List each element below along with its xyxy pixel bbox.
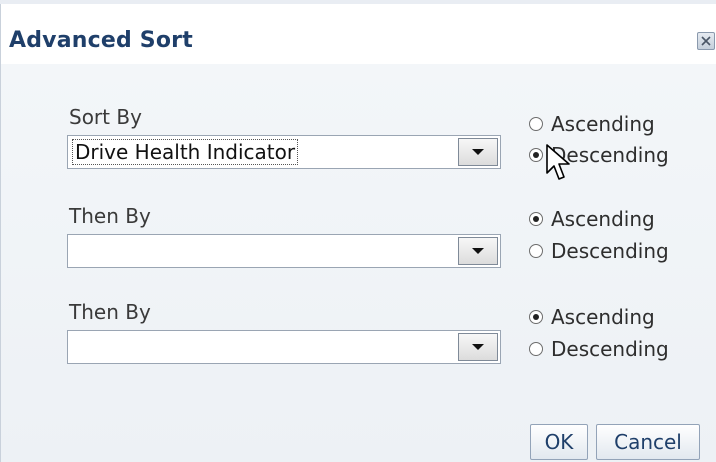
chevron-down-icon: [472, 344, 484, 350]
then-by-1-ascending-option[interactable]: Ascending: [529, 206, 655, 232]
then-by-2-select[interactable]: [67, 330, 501, 364]
close-icon: [701, 36, 711, 46]
then-by-1-descending-label: Descending: [551, 239, 669, 263]
then-by-2-ascending-radio[interactable]: [529, 310, 543, 324]
then-by-1-ascending-radio[interactable]: [529, 212, 543, 226]
sort-by-select-value: Drive Health Indicator: [72, 139, 299, 165]
dialog-title: Advanced Sort: [9, 28, 193, 53]
then-by-1-label: Then By: [69, 204, 151, 228]
then-by-1-select[interactable]: [67, 234, 501, 268]
then-by-2-ascending-label: Ascending: [551, 305, 655, 329]
chevron-down-icon: [472, 248, 484, 254]
advanced-sort-dialog: Advanced Sort Sort By Drive Health Indic…: [0, 4, 716, 462]
sort-by-label: Sort By: [69, 105, 142, 129]
then-by-2-ascending-option[interactable]: Ascending: [529, 304, 655, 330]
sort-by-ascending-label: Ascending: [551, 112, 655, 136]
sort-by-dropdown-button[interactable]: [458, 138, 498, 166]
sort-by-ascending-radio[interactable]: [529, 117, 543, 131]
cancel-button[interactable]: Cancel: [596, 424, 700, 460]
mouse-pointer-icon: [546, 144, 570, 180]
then-by-2-descending-label: Descending: [551, 337, 669, 361]
close-button[interactable]: [697, 32, 715, 50]
ok-button[interactable]: OK: [530, 424, 588, 460]
then-by-1-descending-radio[interactable]: [529, 244, 543, 258]
then-by-1-dropdown-button[interactable]: [458, 237, 498, 265]
then-by-2-descending-option[interactable]: Descending: [529, 336, 669, 362]
chevron-down-icon: [472, 149, 484, 155]
then-by-1-descending-option[interactable]: Descending: [529, 238, 669, 264]
then-by-2-dropdown-button[interactable]: [458, 333, 498, 361]
sort-by-select[interactable]: Drive Health Indicator: [67, 135, 501, 169]
then-by-2-descending-radio[interactable]: [529, 342, 543, 356]
then-by-2-label: Then By: [69, 300, 151, 324]
sort-by-ascending-option[interactable]: Ascending: [529, 111, 655, 137]
then-by-1-ascending-label: Ascending: [551, 207, 655, 231]
sort-by-descending-radio[interactable]: [529, 148, 543, 162]
